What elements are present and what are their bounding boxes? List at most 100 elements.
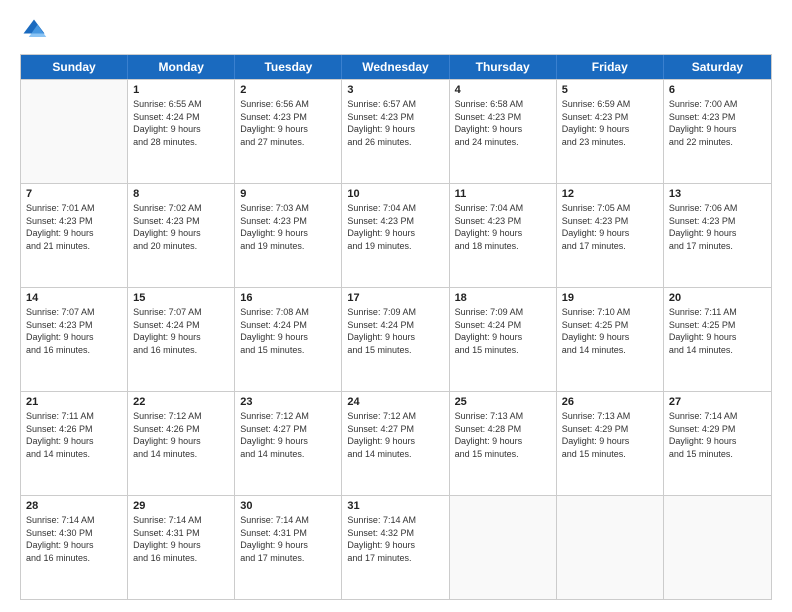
logo	[20, 16, 52, 44]
day-number: 2	[240, 84, 336, 96]
week-row-1: 7 Sunrise: 7:01 AM Sunset: 4:23 PM Daylig…	[21, 183, 771, 287]
header-day-friday: Friday	[557, 55, 664, 79]
header-day-tuesday: Tuesday	[235, 55, 342, 79]
week-row-2: 14 Sunrise: 7:07 AM Sunset: 4:23 PM Dayli…	[21, 287, 771, 391]
day-info: Sunrise: 7:13 AM Sunset: 4:29 PM Dayligh…	[562, 410, 658, 460]
day-number: 23	[240, 396, 336, 408]
day-cell-27: 27 Sunrise: 7:14 AM Sunset: 4:29 PM Dayli…	[664, 392, 771, 495]
day-cell-21: 21Sunrise: 7:11 AM Sunset: 4:26 PM Dayli…	[21, 392, 128, 495]
day-number: 17	[347, 292, 443, 304]
day-info: Sunrise: 7:14 AM Sunset: 4:32 PM Dayligh…	[347, 514, 443, 564]
day-info: Sunrise: 7:14 AM Sunset: 4:31 PM Dayligh…	[240, 514, 336, 564]
day-cell-9: 9Sunrise: 7:03 AM Sunset: 4:23 PM Daylig…	[235, 184, 342, 287]
page: SundayMondayTuesdayWednesdayThursdayFrid…	[0, 0, 792, 612]
day-number: 4	[455, 84, 551, 96]
day-info: Sunrise: 7:00 AM Sunset: 4:23 PM Dayligh…	[669, 98, 766, 148]
day-number: 27	[669, 396, 766, 408]
day-cell-13: 13 Sunrise: 7:06 AM Sunset: 4:23 PM Dayli…	[664, 184, 771, 287]
day-number: 25	[455, 396, 551, 408]
day-cell-11: 11Sunrise: 7:04 AM Sunset: 4:23 PM Dayli…	[450, 184, 557, 287]
week-row-0: 1Sunrise: 6:55 AM Sunset: 4:24 PM Daylig…	[21, 79, 771, 183]
day-cell-6: 6 Sunrise: 7:00 AM Sunset: 4:23 PM Daylig…	[664, 80, 771, 183]
day-info: Sunrise: 7:01 AM Sunset: 4:23 PM Dayligh…	[26, 202, 122, 252]
day-info: Sunrise: 7:14 AM Sunset: 4:31 PM Dayligh…	[133, 514, 229, 564]
day-number: 3	[347, 84, 443, 96]
calendar-header-row: SundayMondayTuesdayWednesdayThursdayFrid…	[21, 55, 771, 79]
day-info: Sunrise: 7:14 AM Sunset: 4:29 PM Dayligh…	[669, 410, 766, 460]
day-number: 6	[669, 84, 766, 96]
day-info: Sunrise: 7:12 AM Sunset: 4:27 PM Dayligh…	[347, 410, 443, 460]
week-row-4: 28 Sunrise: 7:14 AM Sunset: 4:30 PM Dayli…	[21, 495, 771, 599]
day-info: Sunrise: 6:56 AM Sunset: 4:23 PM Dayligh…	[240, 98, 336, 148]
day-number: 14	[26, 292, 122, 304]
day-number: 29	[133, 500, 229, 512]
calendar: SundayMondayTuesdayWednesdayThursdayFrid…	[20, 54, 772, 600]
day-cell-26: 26 Sunrise: 7:13 AM Sunset: 4:29 PM Dayli…	[557, 392, 664, 495]
day-info: Sunrise: 7:08 AM Sunset: 4:24 PM Dayligh…	[240, 306, 336, 356]
day-cell-22: 22 Sunrise: 7:12 AM Sunset: 4:26 PM Dayli…	[128, 392, 235, 495]
day-cell-15: 15 Sunrise: 7:07 AM Sunset: 4:24 PM Dayli…	[128, 288, 235, 391]
day-info: Sunrise: 6:57 AM Sunset: 4:23 PM Dayligh…	[347, 98, 443, 148]
day-info: Sunrise: 7:13 AM Sunset: 4:28 PM Dayligh…	[455, 410, 551, 460]
day-info: Sunrise: 7:12 AM Sunset: 4:26 PM Dayligh…	[133, 410, 229, 460]
day-cell-16: 16Sunrise: 7:08 AM Sunset: 4:24 PM Dayli…	[235, 288, 342, 391]
day-number: 18	[455, 292, 551, 304]
logo-icon	[20, 16, 48, 44]
week-row-3: 21Sunrise: 7:11 AM Sunset: 4:26 PM Dayli…	[21, 391, 771, 495]
day-info: Sunrise: 7:09 AM Sunset: 4:24 PM Dayligh…	[347, 306, 443, 356]
header-day-sunday: Sunday	[21, 55, 128, 79]
day-number: 22	[133, 396, 229, 408]
day-cell-5: 5 Sunrise: 6:59 AM Sunset: 4:23 PM Daylig…	[557, 80, 664, 183]
day-number: 26	[562, 396, 658, 408]
day-cell-4: 4 Sunrise: 6:58 AM Sunset: 4:23 PM Daylig…	[450, 80, 557, 183]
empty-cell	[557, 496, 664, 599]
day-number: 15	[133, 292, 229, 304]
day-info: Sunrise: 7:14 AM Sunset: 4:30 PM Dayligh…	[26, 514, 122, 564]
day-number: 7	[26, 188, 122, 200]
day-cell-29: 29 Sunrise: 7:14 AM Sunset: 4:31 PM Dayli…	[128, 496, 235, 599]
day-info: Sunrise: 7:09 AM Sunset: 4:24 PM Dayligh…	[455, 306, 551, 356]
header-day-wednesday: Wednesday	[342, 55, 449, 79]
day-info: Sunrise: 6:59 AM Sunset: 4:23 PM Dayligh…	[562, 98, 658, 148]
day-info: Sunrise: 7:07 AM Sunset: 4:23 PM Dayligh…	[26, 306, 122, 356]
day-number: 30	[240, 500, 336, 512]
day-cell-30: 30 Sunrise: 7:14 AM Sunset: 4:31 PM Dayli…	[235, 496, 342, 599]
day-cell-18: 18 Sunrise: 7:09 AM Sunset: 4:24 PM Dayli…	[450, 288, 557, 391]
day-number: 24	[347, 396, 443, 408]
header	[20, 16, 772, 44]
day-cell-25: 25 Sunrise: 7:13 AM Sunset: 4:28 PM Dayli…	[450, 392, 557, 495]
day-info: Sunrise: 7:07 AM Sunset: 4:24 PM Dayligh…	[133, 306, 229, 356]
day-number: 20	[669, 292, 766, 304]
day-number: 5	[562, 84, 658, 96]
day-info: Sunrise: 7:11 AM Sunset: 4:26 PM Dayligh…	[26, 410, 122, 460]
day-number: 13	[669, 188, 766, 200]
day-info: Sunrise: 7:05 AM Sunset: 4:23 PM Dayligh…	[562, 202, 658, 252]
day-number: 8	[133, 188, 229, 200]
day-cell-19: 19 Sunrise: 7:10 AM Sunset: 4:25 PM Dayli…	[557, 288, 664, 391]
day-info: Sunrise: 7:03 AM Sunset: 4:23 PM Dayligh…	[240, 202, 336, 252]
day-info: Sunrise: 7:11 AM Sunset: 4:25 PM Dayligh…	[669, 306, 766, 356]
day-cell-24: 24 Sunrise: 7:12 AM Sunset: 4:27 PM Dayli…	[342, 392, 449, 495]
header-day-monday: Monday	[128, 55, 235, 79]
day-number: 12	[562, 188, 658, 200]
day-info: Sunrise: 6:55 AM Sunset: 4:24 PM Dayligh…	[133, 98, 229, 148]
day-number: 31	[347, 500, 443, 512]
day-info: Sunrise: 7:12 AM Sunset: 4:27 PM Dayligh…	[240, 410, 336, 460]
day-number: 19	[562, 292, 658, 304]
day-info: Sunrise: 7:04 AM Sunset: 4:23 PM Dayligh…	[347, 202, 443, 252]
day-info: Sunrise: 7:10 AM Sunset: 4:25 PM Dayligh…	[562, 306, 658, 356]
calendar-body: 1Sunrise: 6:55 AM Sunset: 4:24 PM Daylig…	[21, 79, 771, 599]
day-cell-10: 10Sunrise: 7:04 AM Sunset: 4:23 PM Dayli…	[342, 184, 449, 287]
day-cell-7: 7 Sunrise: 7:01 AM Sunset: 4:23 PM Daylig…	[21, 184, 128, 287]
day-info: Sunrise: 6:58 AM Sunset: 4:23 PM Dayligh…	[455, 98, 551, 148]
day-info: Sunrise: 7:06 AM Sunset: 4:23 PM Dayligh…	[669, 202, 766, 252]
day-cell-17: 17 Sunrise: 7:09 AM Sunset: 4:24 PM Dayli…	[342, 288, 449, 391]
empty-cell	[664, 496, 771, 599]
day-number: 28	[26, 500, 122, 512]
day-cell-20: 20 Sunrise: 7:11 AM Sunset: 4:25 PM Dayli…	[664, 288, 771, 391]
day-cell-14: 14 Sunrise: 7:07 AM Sunset: 4:23 PM Dayli…	[21, 288, 128, 391]
day-cell-8: 8Sunrise: 7:02 AM Sunset: 4:23 PM Daylig…	[128, 184, 235, 287]
day-cell-12: 12 Sunrise: 7:05 AM Sunset: 4:23 PM Dayli…	[557, 184, 664, 287]
empty-cell	[21, 80, 128, 183]
day-info: Sunrise: 7:04 AM Sunset: 4:23 PM Dayligh…	[455, 202, 551, 252]
